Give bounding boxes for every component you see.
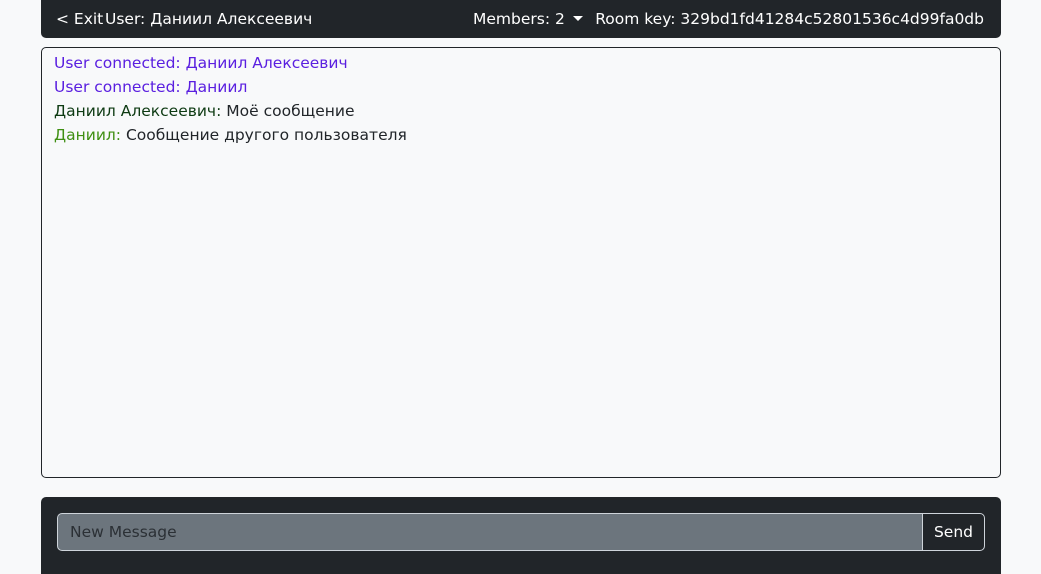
system-message-text: User connected: Даниил [54,78,248,96]
system-message-text: User connected: Даниил Алексеевич [54,54,348,72]
message-composer-bar: Send [41,497,1001,574]
members-dropdown-toggle[interactable]: Members: 2 [473,10,583,28]
system-message: User connected: Даниил [54,75,1000,99]
top-navbar: < Exit User: Даниил Алексеевич Members: … [41,0,1001,38]
send-button[interactable]: Send [922,513,985,551]
message-input-group: Send [57,513,985,551]
exit-link[interactable]: < Exit [56,10,103,28]
members-count-label: Members: 2 [473,10,565,28]
message-author: Даниил: [54,126,122,144]
new-message-input[interactable] [57,513,922,551]
message-list: User connected: Даниил Алексеевич User c… [42,48,1000,147]
other-user-message: Даниил: Сообщение другого пользователя [54,123,1000,147]
current-user-label: User: Даниил Алексеевич [105,10,313,28]
chat-log-panel[interactable]: User connected: Даниил Алексеевич User c… [41,47,1001,478]
message-author: Даниил Алексеевич: [54,102,222,120]
message-text: Сообщение другого пользователя [121,126,407,144]
caret-down-icon [572,16,583,21]
system-message: User connected: Даниил Алексеевич [54,51,1000,75]
room-key-label: Room key: 329bd1fd41284c52801536c4d99fa0… [595,10,984,28]
message-text: Моё сообщение [221,102,355,120]
own-message: Даниил Алексеевич: Моё сообщение [54,99,1000,123]
